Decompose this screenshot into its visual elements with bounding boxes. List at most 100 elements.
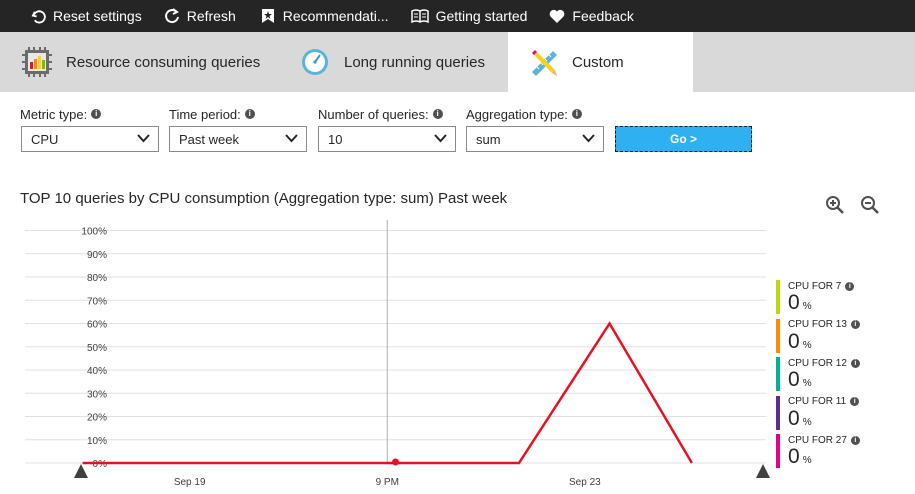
legend-label-row: CPU FOR 12 i	[788, 357, 876, 369]
legend-value: 0	[788, 368, 800, 391]
legend-value-row: 0%	[788, 369, 876, 395]
info-icon[interactable]: i	[850, 435, 860, 445]
info-icon[interactable]: i	[850, 397, 860, 406]
getting-started-button[interactable]: Getting started	[410, 0, 540, 32]
y-tick-label: 60%	[87, 320, 107, 331]
refresh-icon	[164, 8, 180, 24]
aggregation-type-label: Aggregation type:	[466, 106, 568, 122]
legend-label-row: CPU FOR 7i	[788, 280, 876, 292]
y-tick-label: 50%	[87, 343, 107, 354]
aggregation-type-group: Aggregation type: i sum	[466, 106, 604, 152]
chevron-down-icon	[434, 134, 447, 143]
legend-value: 0	[788, 291, 800, 314]
x-tick-label: Sep 23	[569, 477, 601, 488]
legend-unit: %	[802, 378, 812, 389]
legend-color-bar	[776, 434, 780, 468]
info-icon[interactable]: i	[432, 109, 443, 119]
chevron-down-icon	[582, 134, 595, 143]
heart-icon	[549, 8, 565, 24]
info-icon[interactable]: i	[845, 281, 855, 291]
y-tick-label: 40%	[87, 366, 107, 377]
legend-value: 0	[788, 329, 800, 353]
y-tick-label: 90%	[87, 250, 107, 261]
getting-started-label: Getting started	[435, 8, 528, 24]
info-icon[interactable]: i	[571, 109, 582, 119]
refresh-label: Refresh	[186, 8, 236, 24]
number-of-queries-select[interactable]: 10	[318, 126, 456, 152]
x-tick-label: 9 PM	[376, 477, 399, 488]
legend-unit: %	[802, 339, 812, 351]
legend-item[interactable]: CPU FOR 13 i 0%	[776, 318, 876, 358]
legend-value-row: 0%	[788, 406, 876, 434]
legend-value-row: 0%	[788, 292, 876, 318]
legend-series-name: CPU FOR 27	[788, 434, 847, 446]
tab-long-running-queries[interactable]: Long running queries	[300, 32, 505, 92]
tab-resource-label: Resource consuming queries	[66, 53, 261, 71]
bookmark-star-icon	[260, 8, 276, 24]
chart-legend: CPU FOR 7 i 0% CPU FOR 13 i 0% CPU FOR 12 i 0% CP…	[776, 280, 876, 473]
legend-series-name: CPU FOR 11	[788, 396, 847, 407]
metric-type-select[interactable]: CPU	[21, 126, 159, 152]
y-tick-label: 70%	[87, 296, 107, 307]
y-tick-label: 100%	[81, 227, 107, 238]
legend-color-bar	[776, 395, 780, 430]
legend-value-row: 0%	[788, 329, 876, 357]
time-period-label: Time period:	[169, 106, 241, 122]
legend-item[interactable]: CPU FOR 12 i 0%	[776, 357, 876, 396]
chart-title: TOP 10 queries by CPU consumption (Aggre…	[20, 190, 508, 207]
aggregation-type-select[interactable]: sum	[466, 126, 604, 152]
chevron-down-icon	[285, 134, 298, 143]
stopwatch-icon	[300, 47, 330, 77]
time-period-select[interactable]: Past week	[169, 126, 307, 152]
legend-series-name: CPU FOR 12	[788, 357, 847, 369]
y-tick-label: 30%	[87, 389, 107, 400]
time-period-group: Time period: i Past week	[169, 106, 307, 152]
zoom-out-icon[interactable]	[860, 195, 880, 215]
tab-custom-label: Custom	[572, 53, 624, 71]
legend-unit: %	[802, 455, 812, 466]
legend-value: 0	[788, 406, 800, 430]
refresh-button[interactable]: Refresh	[164, 0, 248, 32]
line-chart: 100% 90% 80% 70% 60% 50% 40% 30% 20% 10% 0% Sep 19…	[25, 220, 770, 488]
feedback-button[interactable]: Feedback	[549, 0, 645, 32]
metric-type-label: Metric type:	[20, 106, 88, 122]
info-icon[interactable]: i	[850, 320, 860, 329]
tab-resource-consuming-queries[interactable]: Resource consuming queries	[22, 32, 282, 92]
number-of-queries-value: 10	[328, 132, 343, 147]
legend-label-row: CPU FOR 27 i	[788, 434, 876, 446]
book-icon	[410, 8, 429, 24]
legend-item[interactable]: CPU FOR 7 i 0%	[776, 280, 876, 319]
time-period-value: Past week	[179, 132, 239, 147]
recommendations-label: Recommendati...	[282, 8, 389, 24]
legend-label-row: CPU FOR 13 i	[788, 319, 876, 331]
legend-color-bar	[776, 357, 780, 391]
info-icon[interactable]: i	[244, 109, 255, 119]
chip-chart-icon	[22, 47, 52, 77]
y-tick-label: 0%	[93, 459, 108, 470]
y-tick-label: 20%	[87, 413, 107, 424]
data-point	[392, 458, 399, 466]
aggregation-type-value: sum	[476, 132, 501, 147]
legend-series-name: CPU FOR 7	[788, 280, 842, 292]
go-button[interactable]: Go >	[615, 126, 752, 152]
tab-long-running-label: Long running queries	[344, 53, 485, 71]
y-tick-label: 10%	[87, 436, 107, 447]
legend-value-row: 0%	[788, 446, 876, 472]
recommendations-button[interactable]: Recommendati...	[260, 0, 401, 32]
feedback-label: Feedback	[572, 8, 634, 24]
zoom-in-icon[interactable]	[825, 195, 845, 215]
legend-unit: %	[802, 301, 812, 312]
legend-item[interactable]: CPU FOR 27 i 0%	[776, 434, 876, 473]
number-of-queries-group: Number of queries: i 10	[318, 106, 456, 152]
y-tick-label: 80%	[87, 273, 107, 284]
reset-settings-button[interactable]: Reset settings	[30, 0, 154, 32]
legend-unit: %	[802, 416, 812, 428]
legend-color-bar	[776, 280, 780, 314]
tab-custom[interactable]: Custom	[508, 32, 693, 92]
info-icon[interactable]: i	[91, 109, 102, 119]
info-icon[interactable]: i	[850, 358, 860, 368]
command-bar: Reset settings Refresh Recommendati... G…	[0, 0, 915, 32]
number-of-queries-label: Number of queries:	[318, 106, 429, 122]
range-end-handle	[756, 464, 770, 478]
legend-item[interactable]: CPU FOR 11 i 0%	[776, 395, 876, 435]
